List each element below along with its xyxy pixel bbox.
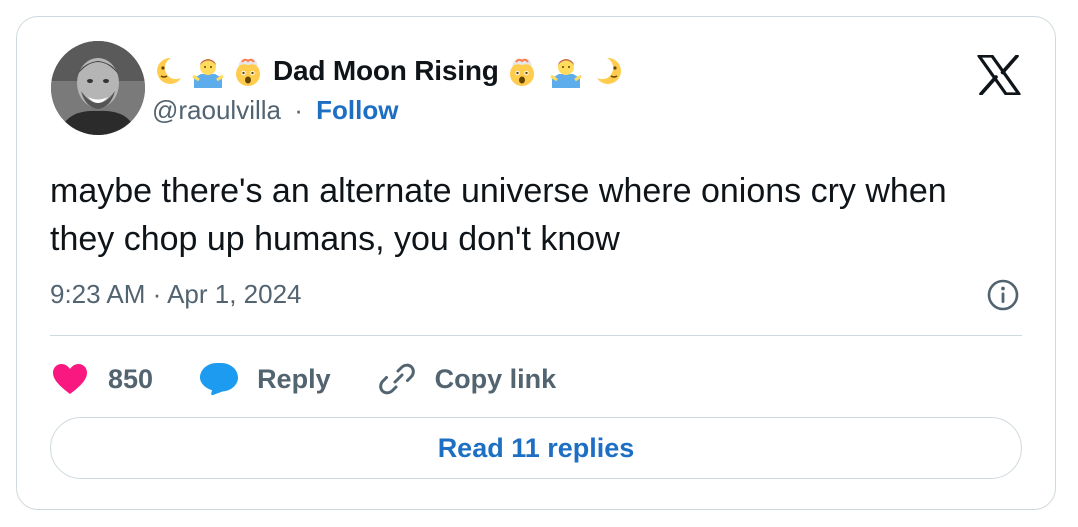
author-display-name[interactable]: Dad Moon Rising bbox=[273, 55, 499, 87]
exploding-head-icon bbox=[231, 54, 265, 88]
avatar-photo bbox=[51, 41, 145, 135]
tweet-card: Dad Moon Rising @raoulvilla · Follow may… bbox=[16, 16, 1056, 510]
crescent-moon-face-icon bbox=[593, 54, 627, 88]
reply-bubble-icon bbox=[199, 361, 239, 397]
author-handle[interactable]: @raoulvilla bbox=[152, 95, 281, 125]
copy-link-label: Copy link bbox=[434, 363, 557, 394]
link-icon bbox=[377, 361, 417, 397]
separator-dot: · bbox=[294, 95, 303, 125]
like-button[interactable]: 850 bbox=[50, 361, 153, 397]
info-icon[interactable] bbox=[987, 279, 1019, 311]
read-replies-button[interactable]: Read 11 replies bbox=[50, 417, 1022, 479]
heart-icon bbox=[50, 361, 90, 397]
author-name-row[interactable]: Dad Moon Rising bbox=[151, 51, 633, 91]
follow-button[interactable]: Follow bbox=[316, 95, 398, 125]
handle-row: @raoulvilla · Follow bbox=[152, 95, 398, 126]
person-shrugging-icon bbox=[191, 54, 225, 88]
divider bbox=[50, 335, 1022, 336]
read-replies-label: Read 11 replies bbox=[437, 432, 635, 463]
copy-link-button[interactable]: Copy link bbox=[377, 361, 557, 397]
crescent-moon-face-icon bbox=[151, 54, 185, 88]
reply-label: Reply bbox=[257, 363, 331, 394]
reply-button[interactable]: Reply bbox=[199, 361, 331, 397]
exploding-head-icon bbox=[505, 54, 539, 88]
avatar[interactable] bbox=[51, 41, 145, 135]
tweet-timestamp[interactable]: 9:23 AM · Apr 1, 2024 bbox=[50, 279, 302, 310]
like-count: 850 bbox=[108, 363, 154, 394]
x-logo-icon[interactable] bbox=[977, 54, 1021, 96]
person-shrugging-icon bbox=[549, 54, 583, 88]
action-bar: 850 Reply Copy link bbox=[50, 357, 602, 401]
tweet-text: maybe there's an alternate universe wher… bbox=[50, 172, 947, 258]
